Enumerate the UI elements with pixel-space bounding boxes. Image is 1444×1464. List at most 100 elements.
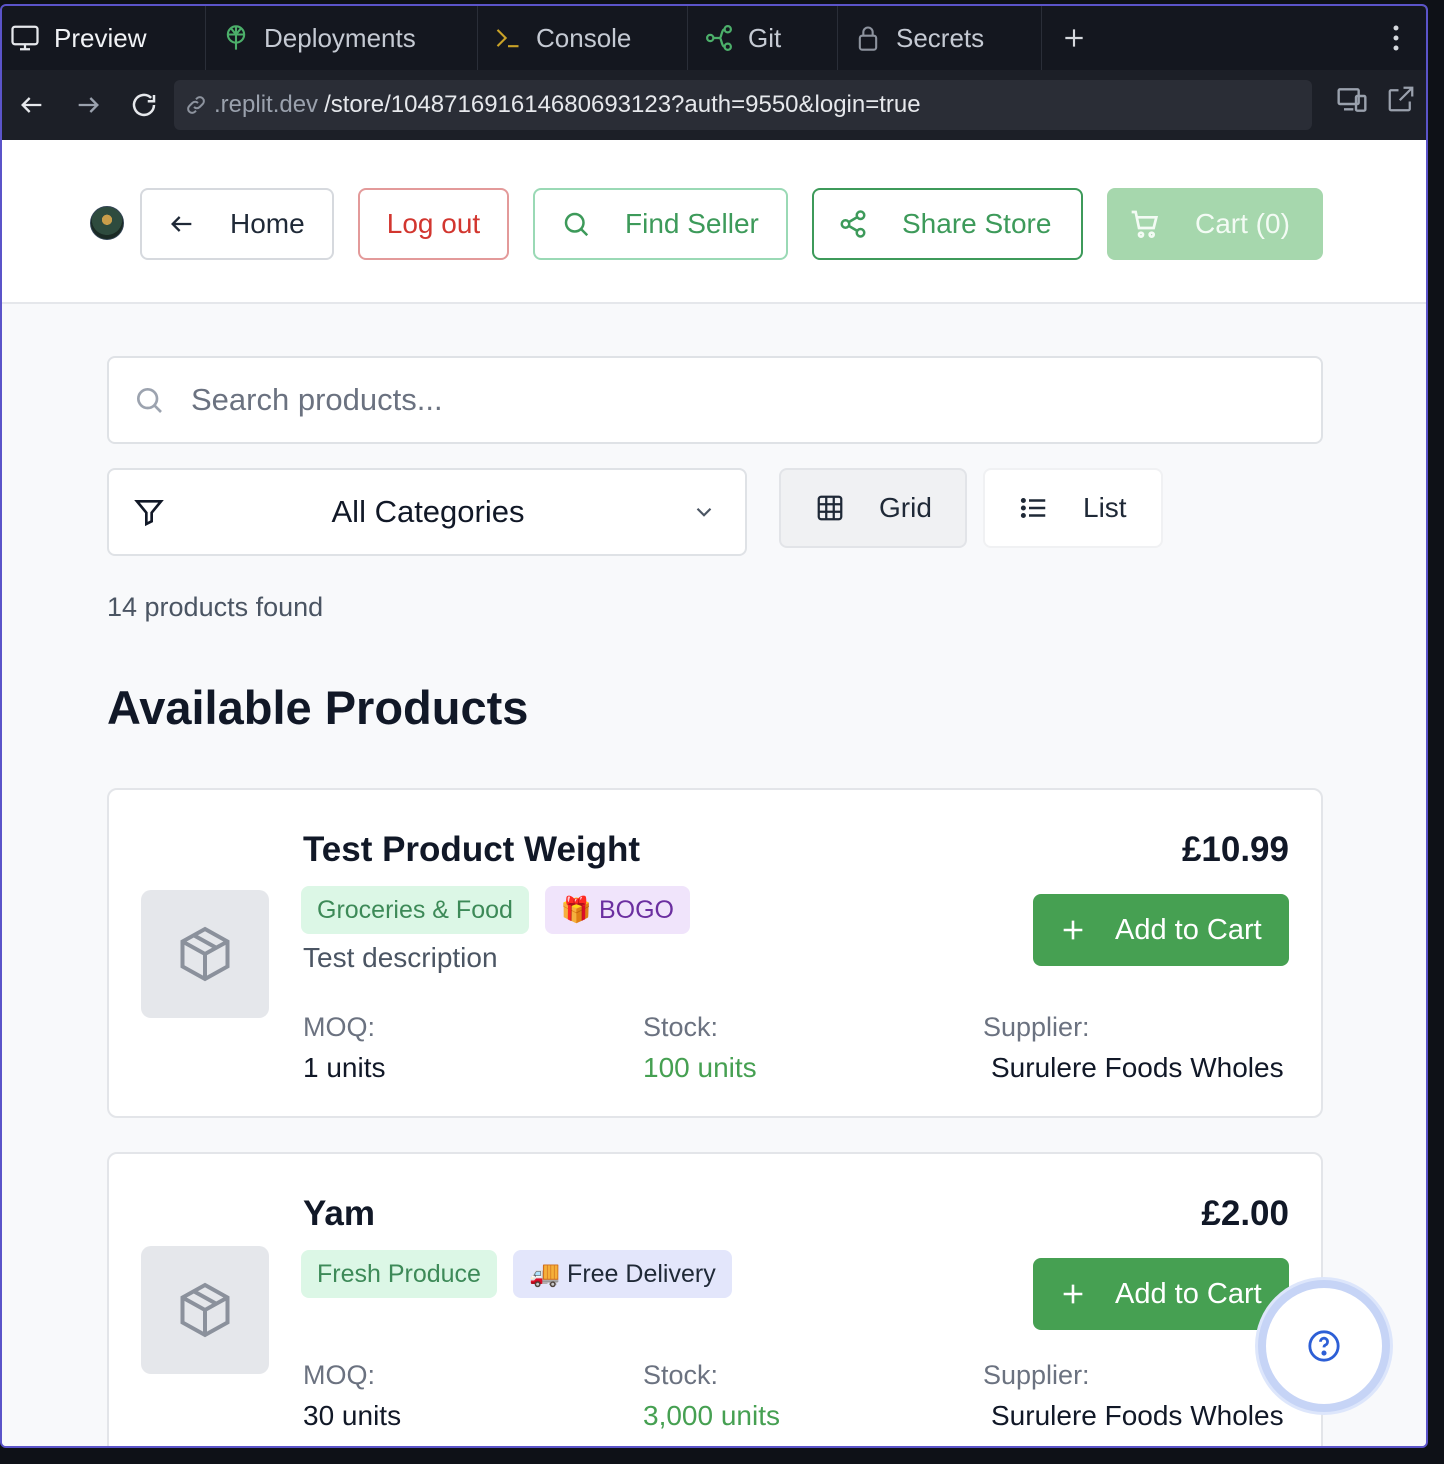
tab-git[interactable]: Git — [688, 6, 838, 70]
avatar[interactable] — [90, 206, 124, 240]
home-label: Home — [230, 208, 305, 239]
more-menu-button[interactable] — [1366, 6, 1426, 70]
moq-value: 30 units — [303, 1400, 402, 1431]
list-icon — [1020, 498, 1046, 518]
product-thumbnail — [141, 1246, 269, 1374]
product-price: £10.99 — [1181, 830, 1289, 869]
arrow-right-icon — [78, 97, 99, 113]
grid-view-label: Grid — [879, 492, 932, 523]
share-store-button[interactable]: Share Store — [812, 188, 1083, 260]
tab-preview[interactable]: Preview — [2, 6, 206, 70]
grid-icon — [817, 495, 843, 521]
external-link-icon[interactable] — [1386, 84, 1416, 114]
category-select[interactable]: All Categories — [107, 468, 747, 556]
supplier-label: Supplier: — [983, 1012, 1090, 1042]
add-to-cart-button[interactable]: Add to Cart — [1033, 1258, 1289, 1330]
product-price: £2.00 — [1201, 1194, 1289, 1233]
stock-label: Stock: — [643, 1360, 719, 1390]
product-description: Test description — [303, 942, 498, 973]
category-tag: Groceries & Food — [301, 886, 529, 934]
tab-secrets-label: Secrets — [896, 22, 985, 53]
forward-button[interactable] — [60, 77, 116, 133]
tab-git-label: Git — [748, 22, 782, 53]
logout-label: Log out — [386, 208, 481, 239]
url-host: .replit.dev — [214, 91, 319, 118]
help-button[interactable] — [1258, 1280, 1390, 1412]
kebab-menu-icon — [1393, 25, 1399, 51]
tab-secrets[interactable]: Secrets — [838, 6, 1042, 70]
product-name: Yam — [303, 1194, 375, 1233]
reload-icon — [132, 93, 156, 117]
add-to-cart-label: Add to Cart — [1115, 1277, 1262, 1310]
product-card: Yam £2.00 Fresh Produce 🚚 Free Delivery … — [107, 1152, 1323, 1446]
supplier-value: Surulere Foods Wholes — [991, 1400, 1284, 1431]
supplier-value: Surulere Foods Wholes — [991, 1052, 1284, 1083]
search-icon — [137, 388, 162, 413]
add-tab-button[interactable] — [1042, 6, 1106, 70]
cart-icon — [1131, 210, 1159, 238]
results-count: 14 products found — [107, 592, 324, 622]
supplier-label: Supplier: — [983, 1360, 1090, 1390]
devices-icon[interactable] — [1336, 84, 1368, 116]
ide-tab-bar: Preview Deployments Console Git Secrets — [2, 6, 1426, 70]
monitor-icon — [11, 25, 39, 51]
product-thumbnail — [141, 890, 269, 1018]
promo-tag: 🚚 Free Delivery — [512, 1250, 732, 1298]
stock-value: 100 units — [643, 1052, 757, 1083]
category-select-value: All Categories — [331, 494, 525, 529]
question-circle-icon — [1308, 1330, 1340, 1362]
tab-preview-label: Preview — [54, 22, 147, 53]
moq-label: MOQ: — [303, 1012, 375, 1042]
arrow-left-icon — [171, 216, 192, 232]
chevron-down-icon — [696, 507, 712, 517]
product-card: Test Product Weight £10.99 Groceries & F… — [107, 788, 1323, 1118]
plus-icon — [1065, 29, 1083, 47]
tab-console-label: Console — [536, 22, 632, 53]
filter-icon — [134, 500, 164, 527]
home-button[interactable]: Home — [140, 188, 334, 260]
list-view-button[interactable]: List — [983, 468, 1163, 548]
package-icon — [180, 926, 230, 982]
address-field[interactable]: .replit.dev/store/104871691614680693123?… — [174, 80, 1312, 130]
share-store-label: Share Store — [902, 208, 1052, 239]
package-icon — [180, 1282, 230, 1338]
tab-console[interactable]: Console — [478, 6, 688, 70]
git-branch-icon — [706, 25, 732, 51]
list-view-label: List — [1083, 492, 1127, 523]
url-path: /store/104871691614680693123?auth=9550&l… — [324, 91, 921, 118]
store-page: Home Log out Find Seller Share Store Car… — [2, 140, 1426, 1446]
search-input[interactable] — [191, 382, 1191, 418]
logout-button[interactable]: Log out — [358, 188, 509, 260]
browser-frame: Preview Deployments Console Git Secrets — [0, 4, 1428, 1448]
cart-label: Cart (0) — [1195, 208, 1290, 239]
find-seller-button[interactable]: Find Seller — [533, 188, 788, 260]
add-to-cart-label: Add to Cart — [1115, 913, 1262, 946]
stock-value: 3,000 units — [643, 1400, 780, 1431]
section-title: Available Products — [107, 681, 529, 734]
back-button[interactable] — [4, 77, 60, 133]
tab-deployments[interactable]: Deployments — [206, 6, 478, 70]
arrow-left-icon — [21, 97, 42, 113]
share-icon — [840, 210, 866, 238]
deployments-icon — [226, 25, 246, 50]
add-to-cart-button[interactable]: Add to Cart — [1033, 894, 1289, 966]
moq-label: MOQ: — [303, 1360, 375, 1390]
stock-label: Stock: — [643, 1012, 719, 1042]
find-seller-label: Find Seller — [625, 208, 759, 239]
lock-icon — [858, 26, 878, 51]
search-icon — [564, 212, 589, 237]
plus-icon — [1063, 1284, 1083, 1304]
product-name: Test Product Weight — [303, 830, 641, 869]
url-bar: .replit.dev/store/104871691614680693123?… — [2, 70, 1426, 140]
moq-value: 1 units — [303, 1052, 386, 1083]
store-header: Home Log out Find Seller Share Store Car… — [2, 140, 1426, 304]
reload-button[interactable] — [116, 77, 172, 133]
tab-deployments-label: Deployments — [264, 22, 416, 53]
plus-icon — [1063, 920, 1083, 940]
terminal-icon — [496, 29, 519, 48]
category-tag: Fresh Produce — [301, 1250, 497, 1298]
cart-button[interactable]: Cart (0) — [1107, 188, 1323, 260]
promo-tag: 🎁 BOGO — [544, 886, 691, 934]
grid-view-button[interactable]: Grid — [779, 468, 967, 548]
link-icon — [187, 96, 205, 114]
